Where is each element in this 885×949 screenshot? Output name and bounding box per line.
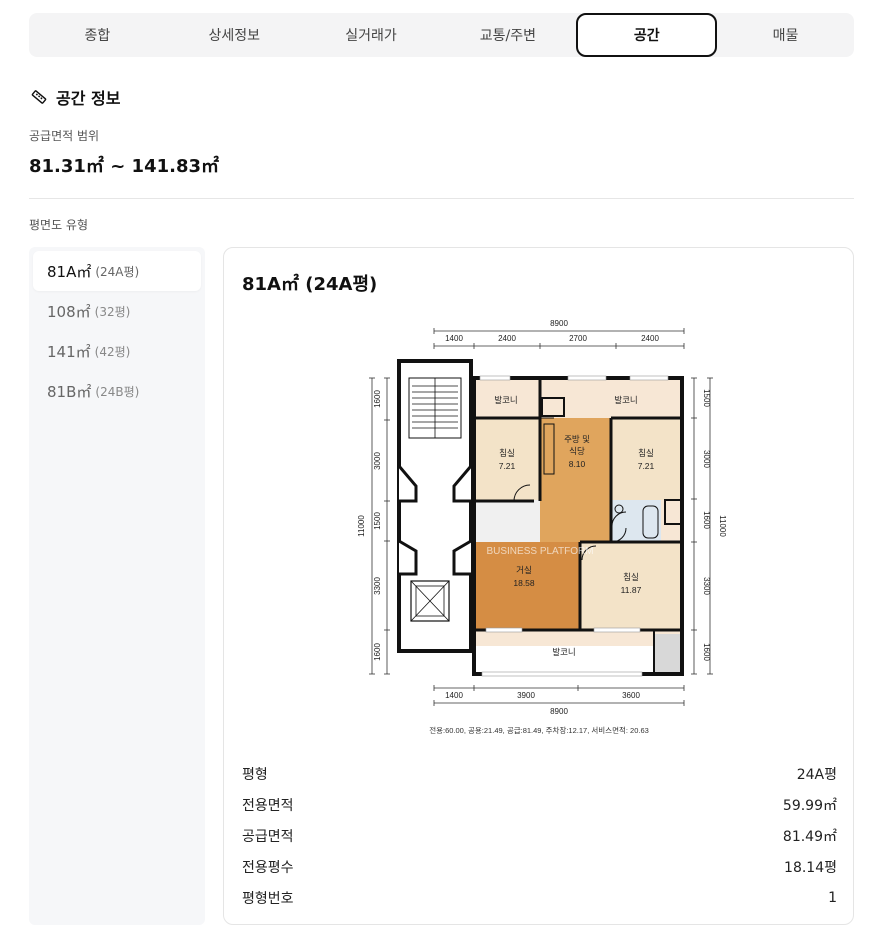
dim-height-left: 11000 xyxy=(357,515,366,537)
dim-top-1: 1400 xyxy=(445,334,463,343)
tab-detail-info[interactable]: 상세정보 xyxy=(166,13,303,57)
dim-bottom-total: 8900 xyxy=(550,707,568,716)
dim-left-1: 1600 xyxy=(373,390,382,408)
floorplan-type-list: 81A㎡ (24A평) 108㎡ (32평) 141㎡ (42평) 81B㎡ (24B평… xyxy=(29,247,205,925)
divider xyxy=(29,198,854,199)
room-bedroom-2: 침실 xyxy=(638,448,654,458)
dim-left-2: 3000 xyxy=(373,452,382,470)
info-label: 전용면적 xyxy=(242,797,294,814)
floorplan-type-label: 평면도 유형 xyxy=(29,218,89,232)
section-title-text: 공간 정보 xyxy=(56,89,121,108)
info-value: 1 xyxy=(828,889,837,906)
tab-transactions[interactable]: 실거래가 xyxy=(303,13,440,57)
section-title: 공간 정보 xyxy=(30,85,120,109)
floorplan-type-81a[interactable]: 81A㎡ (24A평) xyxy=(33,251,201,291)
info-value: 59.99㎡ xyxy=(782,797,837,814)
dim-top-2: 2400 xyxy=(498,334,516,343)
floorplan-info-table: 평형 24A평 전용면적 59.99㎡ 공급면적 81.49㎡ 전용평수 18.… xyxy=(242,758,837,913)
info-label: 평형 xyxy=(242,766,268,783)
type-area: 81A㎡ xyxy=(47,262,92,281)
dim-right-1: 1500 xyxy=(702,389,711,407)
info-row: 전용평수 18.14평 xyxy=(242,851,837,882)
info-value: 24A평 xyxy=(796,766,837,783)
ruler-icon xyxy=(31,90,47,104)
supply-range-label: 공급면적 범위 xyxy=(29,129,100,143)
floorplan-type-108[interactable]: 108㎡ (32평) xyxy=(33,291,201,331)
info-label: 평형번호 xyxy=(242,890,294,907)
room-kitchen: 주방 및 xyxy=(564,434,590,444)
floorplan-title: 81A㎡ (24A평) xyxy=(242,274,378,295)
type-pyeong: (24B평) xyxy=(95,384,140,399)
watermark-text: BUSINESS PLATFORM xyxy=(486,546,593,557)
type-area: 108㎡ xyxy=(47,302,91,321)
floorplan-image: 8900 1400 2400 2700 2400 1400 3900 3600 … xyxy=(357,319,727,735)
floorplan-detail-card: 81A㎡ (24A평) 8900 1400 2400 2700 2400 140… xyxy=(223,247,854,925)
room-bedroom-1: 침실 xyxy=(499,448,515,458)
dim-left-4: 3300 xyxy=(373,577,382,595)
room-bedroom-1-area: 7.21 xyxy=(499,461,516,471)
type-area: 141㎡ xyxy=(47,342,91,361)
room-living-area: 18.58 xyxy=(513,578,535,588)
plan-caption: 전용:60.00, 공용:21.49, 공급:81.49, 주차장:12.17,… xyxy=(429,725,649,735)
room-balcony-2: 발코니 xyxy=(614,395,637,405)
dim-height-right: 11000 xyxy=(718,515,727,537)
room-balcony-1: 발코니 xyxy=(494,395,517,405)
room-bedroom-2-area: 7.21 xyxy=(638,461,655,471)
room-kitchen-2: 식당 xyxy=(569,446,585,456)
room-kitchen-area: 8.10 xyxy=(569,459,586,469)
dim-right-2: 3000 xyxy=(702,450,711,468)
type-area: 81B㎡ xyxy=(47,382,92,401)
info-value: 81.49㎡ xyxy=(782,828,837,845)
info-label: 공급면적 xyxy=(242,828,294,845)
room-living: 거실 xyxy=(516,565,532,575)
tab-listings[interactable]: 매물 xyxy=(717,13,854,57)
room-bedroom-3-area: 11.87 xyxy=(621,585,642,595)
dim-right-5: 1600 xyxy=(702,643,711,661)
floorplan-type-141[interactable]: 141㎡ (42평) xyxy=(33,331,201,371)
dim-right-3: 1600 xyxy=(702,511,711,529)
floorplan-type-81b[interactable]: 81B㎡ (24B평) xyxy=(33,371,201,411)
tab-space[interactable]: 공간 xyxy=(576,13,718,57)
dim-top-3: 2700 xyxy=(569,334,587,343)
room-balcony-3: 발코니 xyxy=(552,647,575,657)
type-pyeong: (24A평) xyxy=(95,264,140,279)
info-row: 공급면적 81.49㎡ xyxy=(242,820,837,851)
dim-top-total: 8900 xyxy=(550,319,568,328)
type-pyeong: (32평) xyxy=(94,304,131,319)
dim-top-4: 2400 xyxy=(641,334,659,343)
info-row: 평형 24A평 xyxy=(242,758,837,789)
info-row: 평형번호 1 xyxy=(242,882,837,913)
info-label: 전용평수 xyxy=(242,859,294,876)
tab-overview[interactable]: 종합 xyxy=(29,13,166,57)
dim-left-3: 1500 xyxy=(373,512,382,530)
supply-range-value: 81.31㎡ ~ 141.83㎡ xyxy=(29,156,220,177)
room-bedroom-3: 침실 xyxy=(623,572,639,582)
tab-bar: 종합 상세정보 실거래가 교통/주변 공간 매물 xyxy=(29,13,854,57)
dim-bottom-2: 3900 xyxy=(517,691,535,700)
type-pyeong: (42평) xyxy=(94,344,131,359)
dim-right-4: 3300 xyxy=(702,577,711,595)
info-row: 전용면적 59.99㎡ xyxy=(242,789,837,820)
tab-transport[interactable]: 교통/주변 xyxy=(439,13,576,57)
info-value: 18.14평 xyxy=(784,859,837,876)
dim-bottom-1: 1400 xyxy=(445,691,463,700)
dim-left-5: 1600 xyxy=(373,643,382,661)
dim-bottom-3: 3600 xyxy=(622,691,640,700)
